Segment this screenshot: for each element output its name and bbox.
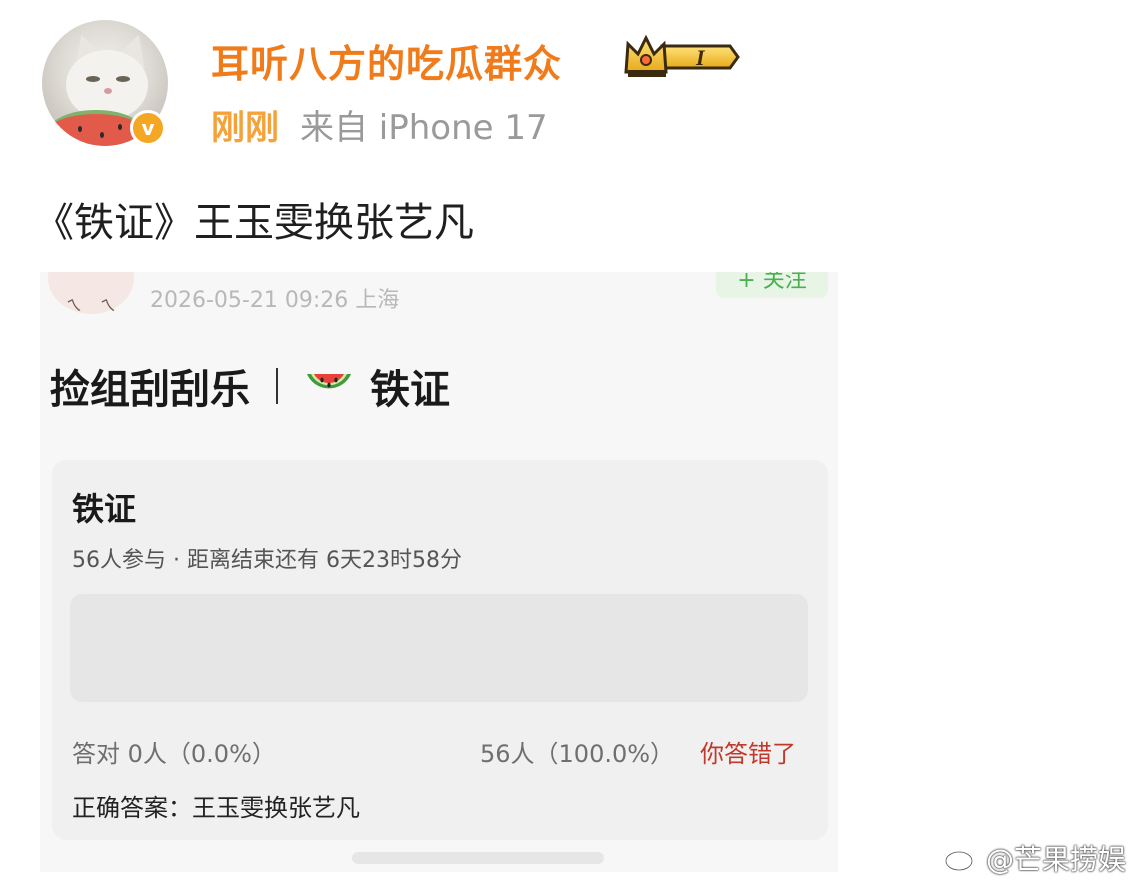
correct-answer: 正确答案：王玉雯换张艺凡 xyxy=(72,794,360,822)
watermelon-icon xyxy=(307,374,351,389)
title-left: 捡组刮刮乐 xyxy=(50,367,250,413)
melon-seed xyxy=(118,124,122,130)
verified-badge-icon: v xyxy=(130,110,166,146)
level-number: I xyxy=(695,45,706,70)
melon-seed xyxy=(78,126,82,132)
username[interactable]: 耳听八方的吃瓜群众 xyxy=(211,33,562,88)
post-source: 来自 iPhone 17 xyxy=(300,108,548,148)
scratch-area[interactable] xyxy=(70,594,808,702)
title-divider xyxy=(276,368,278,404)
quiz-participants-countdown: 56人参与 · 距离结束还有 6天23时58分 xyxy=(72,548,462,573)
embedded-screenshot[interactable]: ㄟㄟ 2026-05-21 09:26 上海 + 关注 捡组刮刮乐 铁证 铁证 … xyxy=(40,272,838,872)
follow-button[interactable]: + 关注 xyxy=(716,272,828,298)
post-title-row: 捡组刮刮乐 铁证 xyxy=(50,358,450,414)
result-label: 你答错了 xyxy=(700,740,796,768)
home-indicator xyxy=(352,852,604,864)
watermark: @芒果捞娱 xyxy=(944,838,1126,878)
watermark-text: @芒果捞娱 xyxy=(986,843,1127,876)
avatar-cat-face xyxy=(66,50,148,120)
avatar-eye xyxy=(86,76,100,82)
author-avatar: ㄟㄟ xyxy=(48,272,134,315)
melon-seed xyxy=(100,132,104,138)
title-right: 铁证 xyxy=(370,367,450,413)
avatar-eye xyxy=(116,76,130,82)
quiz-title: 铁证 xyxy=(72,490,137,528)
quiz-card[interactable]: 铁证 56人参与 · 距离结束还有 6天23时58分 答对 0人（0.0%） 5… xyxy=(52,460,828,840)
post-text[interactable]: 《铁证》王玉雯换张艺凡 xyxy=(34,190,474,248)
correct-stat: 答对 0人（0.0%） xyxy=(72,740,276,768)
wrong-stat: 56人（100.0%） xyxy=(480,740,675,768)
weibo-logo-icon xyxy=(944,846,978,872)
post-date-location: 2026-05-21 09:26 上海 xyxy=(150,288,400,313)
level-crown-badge-icon[interactable]: I xyxy=(622,34,742,80)
avatar-nose xyxy=(104,88,112,94)
post-time: 刚刚 xyxy=(211,108,279,148)
